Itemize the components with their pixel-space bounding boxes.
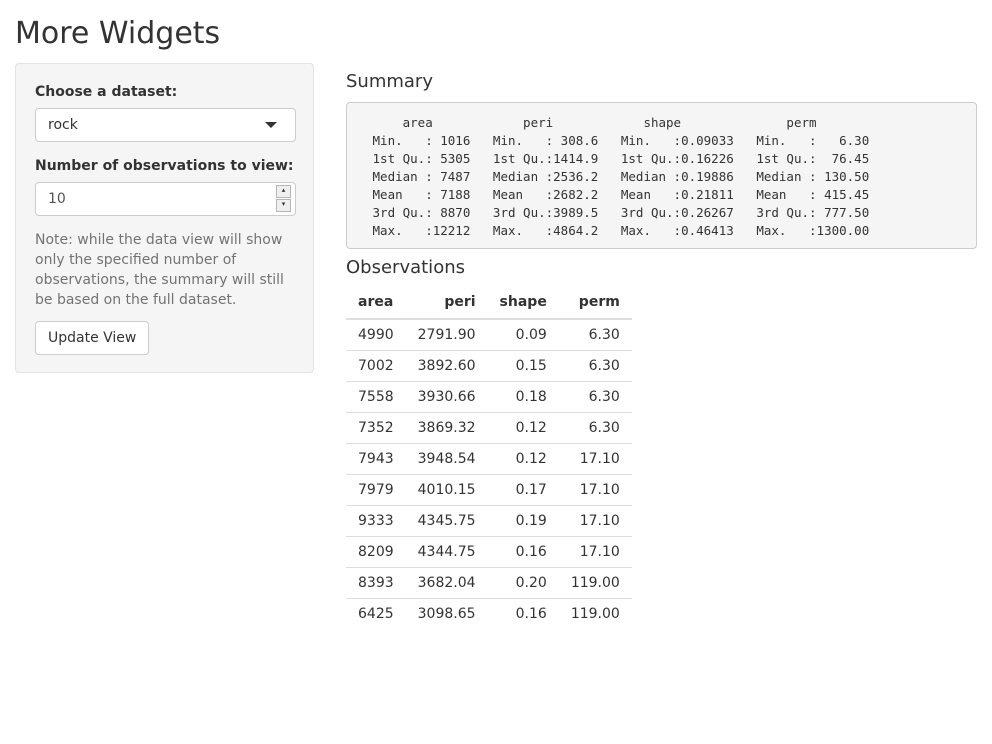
- spin-up-icon[interactable]: ▴: [276, 185, 291, 198]
- obs-number-value: 10: [48, 191, 66, 207]
- table-cell: 7979: [346, 474, 406, 506]
- table-cell: 4990: [346, 318, 406, 351]
- table-row: 8393 3682.04 0.20 119.00: [346, 567, 632, 599]
- sidebar-panel: Choose a dataset: rock Number of observa…: [15, 63, 314, 373]
- column-header: peri: [405, 286, 488, 320]
- table-cell: 17.10: [558, 443, 632, 475]
- table-cell: 4345.75: [405, 505, 488, 537]
- summary-output: area peri shape perm Min. : 1016 Min. : …: [346, 102, 977, 249]
- spin-down-icon[interactable]: ▾: [276, 199, 291, 212]
- table-row: 9333 4345.75 0.19 17.10: [346, 505, 632, 537]
- table-cell: 7352: [346, 412, 406, 444]
- table-cell: 17.10: [558, 505, 632, 537]
- table-cell: 119.00: [558, 567, 632, 599]
- table-cell: 0.20: [487, 567, 559, 599]
- obs-label: Number of observations to view:: [35, 158, 294, 174]
- table-cell: 9333: [346, 505, 406, 537]
- table-cell: 7002: [346, 350, 406, 382]
- table-cell: 6.30: [558, 381, 632, 413]
- table-cell: 8393: [346, 567, 406, 599]
- dataset-label: Choose a dataset:: [35, 84, 178, 100]
- table-cell: 0.18: [487, 381, 559, 413]
- table-cell: 6425: [346, 598, 406, 629]
- chevron-down-icon: [265, 122, 277, 128]
- summary-heading: Summary: [346, 71, 433, 92]
- dataset-select-value: rock: [48, 117, 78, 133]
- table-cell: 3098.65: [405, 598, 488, 629]
- table-row: 6425 3098.65 0.16 119.00: [346, 598, 632, 629]
- table-cell: 119.00: [558, 598, 632, 629]
- obs-number-input[interactable]: 10 ▴ ▾: [35, 182, 296, 216]
- table-cell: 4344.75: [405, 536, 488, 568]
- table-cell: 7943: [346, 443, 406, 475]
- table-row: 8209 4344.75 0.16 17.10: [346, 536, 632, 568]
- table-cell: 3930.66: [405, 381, 488, 413]
- table-row: 7979 4010.15 0.17 17.10: [346, 474, 632, 506]
- table-row: 7002 3892.60 0.15 6.30: [346, 350, 632, 382]
- table-cell: 3682.04: [405, 567, 488, 599]
- obs-spinner: ▴ ▾: [276, 185, 291, 213]
- update-view-button[interactable]: Update View: [35, 321, 150, 355]
- table-cell: 3869.32: [405, 412, 488, 444]
- help-note: Note: while the data view will show only…: [35, 232, 284, 308]
- table-cell: 0.17: [487, 474, 559, 506]
- page-title: More Widgets: [15, 16, 221, 51]
- table-row: 7943 3948.54 0.12 17.10: [346, 443, 632, 475]
- table-cell: 17.10: [558, 474, 632, 506]
- table-cell: 4010.15: [405, 474, 488, 506]
- table-cell: 7558: [346, 381, 406, 413]
- table-cell: 6.30: [558, 318, 632, 351]
- table-cell: 0.12: [487, 443, 559, 475]
- table-cell: 8209: [346, 536, 406, 568]
- table-row: 7352 3869.32 0.12 6.30: [346, 412, 632, 444]
- observations-heading: Observations: [346, 257, 465, 278]
- table-cell: 0.16: [487, 598, 559, 629]
- table-cell: 3892.60: [405, 350, 488, 382]
- table-header-row: area peri shape perm: [346, 286, 632, 320]
- dataset-select[interactable]: rock: [35, 108, 296, 142]
- table-cell: 0.12: [487, 412, 559, 444]
- observations-table: area peri shape perm 4990 2791.90 0.09 6.30…: [346, 286, 632, 629]
- column-header: shape: [487, 286, 559, 320]
- table-cell: 3948.54: [405, 443, 488, 475]
- table-cell: 0.09: [487, 318, 559, 351]
- table-cell: 6.30: [558, 412, 632, 444]
- table-cell: 0.15: [487, 350, 559, 382]
- table-row: 7558 3930.66 0.18 6.30: [346, 381, 632, 413]
- table-cell: 2791.90: [405, 318, 488, 351]
- table-cell: 0.16: [487, 536, 559, 568]
- table-cell: 17.10: [558, 536, 632, 568]
- table-row: 4990 2791.90 0.09 6.30: [346, 318, 632, 351]
- table-cell: 6.30: [558, 350, 632, 382]
- column-header: perm: [558, 286, 632, 320]
- column-header: area: [346, 286, 406, 320]
- table-cell: 0.19: [487, 505, 559, 537]
